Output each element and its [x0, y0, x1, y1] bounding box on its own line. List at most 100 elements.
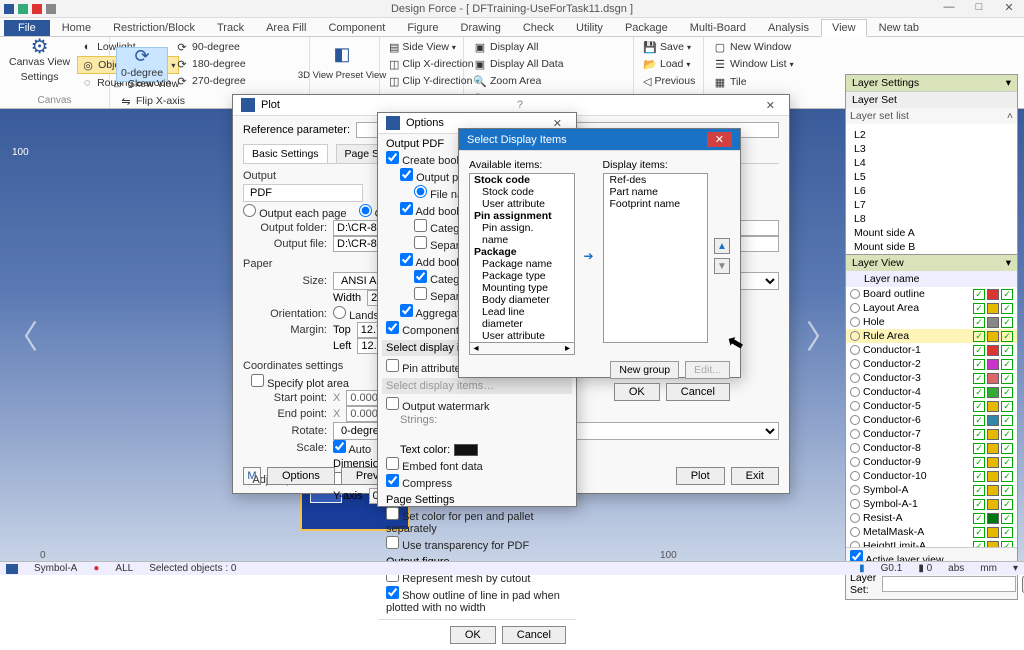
visibility-toggle[interactable]: [850, 331, 860, 341]
visibility-toggle[interactable]: [850, 303, 860, 313]
tab-newtab[interactable]: New tab: [869, 20, 929, 36]
layer-chk-2[interactable]: ✓: [1001, 303, 1013, 314]
layer-row[interactable]: Layout Area✓✓: [846, 301, 1017, 315]
plot-run-button[interactable]: Plot: [676, 467, 725, 485]
layer-row[interactable]: Conductor-8✓✓: [846, 441, 1017, 455]
layer-row[interactable]: Symbol-A✓✓: [846, 483, 1017, 497]
layer-row[interactable]: HeightLimit-A✓✓: [846, 539, 1017, 547]
set-color-checkbox[interactable]: Set color for pen and pallet separately: [386, 507, 568, 535]
tab-multiboard[interactable]: Multi-Board: [680, 20, 756, 36]
layer-chk-2[interactable]: ✓: [1001, 443, 1013, 454]
layer-chk-2[interactable]: ✓: [1001, 471, 1013, 482]
available-item[interactable]: Body diameter: [470, 294, 574, 306]
close-button[interactable]: ✕: [998, 1, 1020, 14]
layer-chk-1[interactable]: ✓: [973, 527, 985, 538]
tab-package[interactable]: Package: [615, 20, 678, 36]
tab-home[interactable]: Home: [52, 20, 101, 36]
available-items-list[interactable]: Stock codeStock codeUser attributePin as…: [469, 173, 575, 343]
available-item[interactable]: Mounting type: [470, 282, 574, 294]
visibility-toggle[interactable]: [850, 485, 860, 495]
windowlist-button[interactable]: ☰Window List▾: [710, 56, 797, 72]
layerset-name-input[interactable]: [882, 576, 1016, 592]
layer-color-swatch[interactable]: [987, 541, 999, 548]
layer-row[interactable]: Resist-A✓✓: [846, 511, 1017, 525]
visibility-toggle[interactable]: [850, 471, 860, 481]
select-items-cancel-button[interactable]: Cancel: [666, 383, 730, 401]
output-each-radio[interactable]: Output each page: [243, 204, 347, 220]
output-format-select[interactable]: PDF: [243, 184, 363, 202]
nav-next-icon[interactable]: 〉: [806, 312, 838, 358]
layer-chk-2[interactable]: ✓: [1001, 485, 1013, 496]
move-up-button[interactable]: ▲: [714, 238, 730, 254]
newwindow-button[interactable]: ▢New Window: [710, 39, 797, 55]
layer-color-swatch[interactable]: [987, 317, 999, 328]
available-item[interactable]: Stock code: [470, 186, 574, 198]
layer-color-swatch[interactable]: [987, 429, 999, 440]
visibility-toggle[interactable]: [850, 443, 860, 453]
layer-color-swatch[interactable]: [987, 457, 999, 468]
tab-view[interactable]: View: [821, 19, 867, 37]
visibility-toggle[interactable]: [850, 429, 860, 439]
layer-chk-2[interactable]: ✓: [1001, 317, 1013, 328]
sideview-button[interactable]: ▤Side View▾: [386, 39, 457, 55]
layer-row[interactable]: Symbol-A-1✓✓: [846, 497, 1017, 511]
options-cancel-button[interactable]: Cancel: [502, 626, 566, 644]
deg90-button[interactable]: ⟳90-degree: [172, 39, 249, 55]
layer-set-item[interactable]: L6: [850, 184, 1013, 198]
select-items-close-button[interactable]: ✕: [707, 132, 732, 147]
select-items-ok-button[interactable]: OK: [614, 383, 660, 401]
tab-figure[interactable]: Figure: [397, 20, 448, 36]
new-group-button[interactable]: New group: [610, 361, 679, 379]
layer-set-item[interactable]: L4: [850, 156, 1013, 170]
layer-row[interactable]: Conductor-6✓✓: [846, 413, 1017, 427]
layer-chk-1[interactable]: ✓: [973, 429, 985, 440]
previous-view-button[interactable]: ◁Previous: [640, 73, 697, 89]
layer-row[interactable]: Conductor-3✓✓: [846, 371, 1017, 385]
plot-close-button[interactable]: ✕: [760, 99, 781, 112]
layer-set-item[interactable]: L5: [850, 170, 1013, 184]
add-item-button[interactable]: ➔: [581, 248, 597, 264]
layer-set-item[interactable]: L3: [850, 142, 1013, 156]
layer-chk-1[interactable]: ✓: [973, 303, 985, 314]
layer-row[interactable]: Hole✓✓: [846, 315, 1017, 329]
tab-restriction[interactable]: Restriction/Block: [103, 20, 205, 36]
layer-chk-2[interactable]: ✓: [1001, 429, 1013, 440]
layer-color-swatch[interactable]: [987, 513, 999, 524]
layer-chk-1[interactable]: ✓: [973, 415, 985, 426]
tab-utility[interactable]: Utility: [566, 20, 613, 36]
layer-color-swatch[interactable]: [987, 485, 999, 496]
layer-chk-2[interactable]: ✓: [1001, 513, 1013, 524]
available-item[interactable]: Package type: [470, 270, 574, 282]
layer-color-swatch[interactable]: [987, 387, 999, 398]
tab-file[interactable]: File: [4, 20, 50, 36]
flipx-button[interactable]: ⇋Flip X-axis: [116, 93, 245, 109]
status-dropdown-icon[interactable]: ▾: [1013, 563, 1018, 574]
layer-chk-2[interactable]: ✓: [1001, 359, 1013, 370]
visibility-toggle[interactable]: [850, 415, 860, 425]
panel-menu-icon[interactable]: ▾: [1006, 77, 1011, 89]
visibility-toggle[interactable]: [850, 499, 860, 509]
tab-drawing[interactable]: Drawing: [451, 20, 511, 36]
embed-font-checkbox[interactable]: Embed font data: [386, 457, 483, 473]
visibility-toggle[interactable]: [850, 527, 860, 537]
layer-set-list[interactable]: L2L3L4L5L6L7L8Mount side AMount side BSi…: [846, 124, 1017, 272]
minimize-button[interactable]: —: [938, 1, 960, 14]
skew-view-button[interactable]: ▱Skew View: [108, 76, 182, 92]
layer-chk-1[interactable]: ✓: [973, 401, 985, 412]
displayalldata-button[interactable]: ▣Display All Data: [470, 56, 567, 72]
layer-chk-1[interactable]: ✓: [973, 359, 985, 370]
display-items-list[interactable]: Ref-desPart nameFootprint name: [603, 173, 709, 343]
tile-button[interactable]: ▦Tile: [710, 74, 782, 90]
layer-chk-1[interactable]: ✓: [973, 499, 985, 510]
layer-row[interactable]: Conductor-10✓✓: [846, 469, 1017, 483]
plot-help-icon[interactable]: ?: [517, 99, 523, 111]
available-item[interactable]: User attribute: [470, 198, 574, 210]
layer-set-item[interactable]: Mount side A: [850, 226, 1013, 240]
display-item[interactable]: Ref-des: [604, 174, 708, 186]
textcolor-swatch[interactable]: [454, 444, 478, 456]
layer-row[interactable]: Conductor-2✓✓: [846, 357, 1017, 371]
3d-preset-button[interactable]: ◧3D View Preset View: [316, 39, 368, 82]
layer-row[interactable]: Rule Area✓✓: [846, 329, 1017, 343]
visibility-toggle[interactable]: [850, 401, 860, 411]
plot-footer-icon[interactable]: M: [243, 467, 261, 485]
